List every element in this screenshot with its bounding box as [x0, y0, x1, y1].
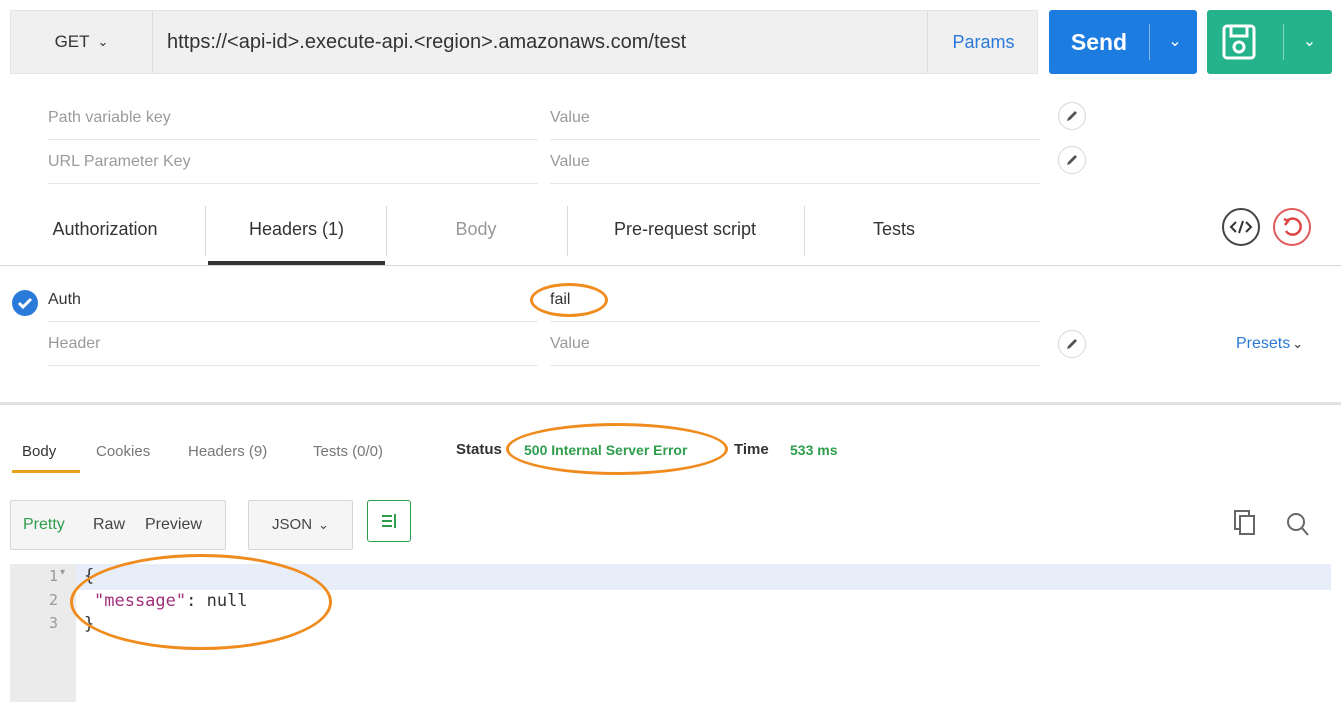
method-select[interactable]: GET ⌄	[11, 11, 153, 73]
header-value-input[interactable]: fail	[550, 278, 1040, 322]
pencil-icon[interactable]	[1058, 146, 1086, 174]
header-key-input[interactable]: Header	[48, 322, 538, 366]
section-divider	[0, 402, 1341, 405]
annotation-circle	[530, 283, 608, 317]
tab-headers[interactable]: Headers (1)	[208, 200, 385, 264]
divider	[205, 206, 206, 256]
wrap-lines-button[interactable]	[367, 500, 411, 542]
annotation-circle	[70, 554, 332, 650]
response-tab-body[interactable]: Body	[22, 440, 56, 464]
chevron-down-icon: ⌄	[318, 517, 329, 532]
tab-tests[interactable]: Tests	[804, 200, 984, 264]
view-raw-button[interactable]: Raw	[93, 501, 125, 549]
url-param-row: URL Parameter Key Value	[0, 140, 1341, 184]
active-tab-indicator	[208, 261, 385, 265]
code-icon[interactable]	[1222, 208, 1260, 246]
fold-arrow-icon[interactable]: ▾	[60, 567, 65, 578]
chevron-down-icon[interactable]: ⌄	[1153, 10, 1197, 74]
line-number: 2	[48, 591, 58, 609]
line-number: 1	[48, 567, 58, 585]
params-button[interactable]: Params	[927, 11, 1039, 73]
chevron-down-icon[interactable]: ⌄	[1287, 10, 1332, 74]
pencil-icon[interactable]	[1058, 330, 1086, 358]
format-label: JSON	[272, 516, 313, 533]
wrap-icon	[382, 514, 396, 528]
annotation-circle	[506, 423, 728, 475]
format-select[interactable]: JSON ⌄	[248, 500, 353, 550]
pencil-icon[interactable]	[1058, 102, 1086, 130]
header-row: Auth fail	[0, 278, 1341, 322]
divider	[1149, 24, 1150, 60]
copy-icon[interactable]	[1232, 508, 1258, 536]
request-tabs: Authorization Headers (1) Body Pre-reque…	[0, 200, 1341, 266]
send-button[interactable]: Send ⌄	[1049, 10, 1197, 74]
line-number: 3	[48, 614, 58, 632]
view-mode-group: Pretty Raw Preview	[10, 500, 226, 550]
chevron-down-icon: ⌄	[97, 34, 109, 49]
save-icon	[1222, 24, 1256, 60]
chevron-down-icon: ⌄	[1292, 336, 1304, 351]
send-label: Send	[1070, 29, 1128, 55]
path-variable-key-input[interactable]: Path variable key	[48, 96, 538, 140]
tab-pre-request-script[interactable]: Pre-request script	[567, 200, 803, 264]
presets-label: Presets	[1236, 335, 1291, 352]
header-key-input[interactable]: Auth	[48, 278, 538, 322]
url-parameter-key-input[interactable]: URL Parameter Key	[48, 140, 538, 184]
search-icon[interactable]	[1285, 510, 1311, 538]
url-parameter-value-input[interactable]: Value	[550, 140, 1040, 184]
response-tab-cookies[interactable]: Cookies	[96, 440, 150, 464]
response-tab-tests[interactable]: Tests (0/0)	[313, 440, 383, 464]
response-tab-headers[interactable]: Headers (9)	[188, 440, 267, 464]
presets-dropdown[interactable]: Presets ⌄	[1236, 332, 1303, 356]
reset-icon[interactable]	[1273, 208, 1311, 246]
view-preview-button[interactable]: Preview	[145, 501, 202, 549]
path-param-row: Path variable key Value	[0, 96, 1341, 140]
status-label: Status	[456, 441, 502, 458]
tab-body[interactable]: Body	[386, 200, 566, 264]
url-bar: GET ⌄ https://<api-id>.execute-api.<regi…	[10, 10, 1038, 74]
url-input[interactable]: https://<api-id>.execute-api.<region>.am…	[167, 11, 927, 73]
time-value: 533 ms	[790, 442, 838, 458]
header-value-input[interactable]: Value	[550, 322, 1040, 366]
divider	[1283, 24, 1284, 60]
save-button[interactable]: ⌄	[1207, 10, 1332, 74]
tab-authorization[interactable]: Authorization	[20, 200, 190, 264]
header-row: Header Value	[0, 322, 1341, 366]
time-label: Time	[734, 441, 769, 458]
active-tab-indicator	[12, 470, 80, 473]
method-label: GET	[54, 32, 90, 51]
path-variable-value-input[interactable]: Value	[550, 96, 1040, 140]
view-pretty-button[interactable]: Pretty	[23, 501, 65, 549]
